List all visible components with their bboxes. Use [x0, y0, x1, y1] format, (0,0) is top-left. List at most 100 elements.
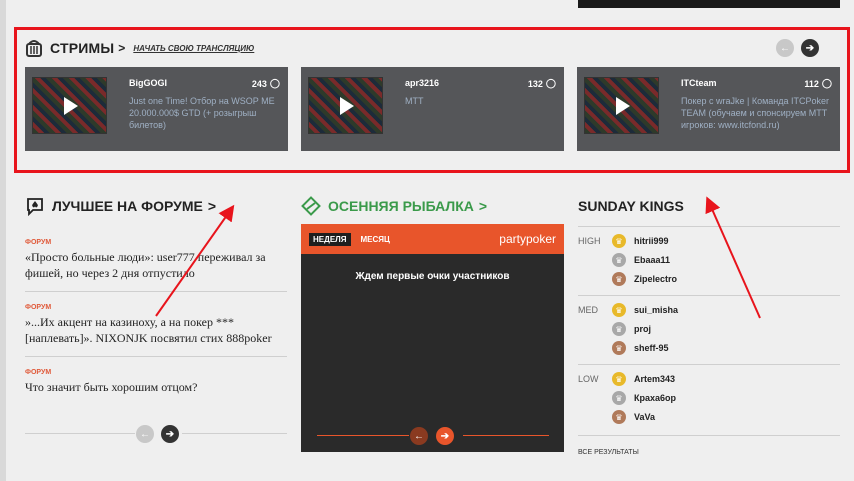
tab-month[interactable]: МЕСЯЦ: [357, 233, 394, 246]
viewer-count: 112 ◯: [804, 78, 832, 89]
stream-description[interactable]: Just one Time! Отбор на WSOP ME 20.000.0…: [129, 95, 289, 131]
divider: [25, 433, 135, 434]
player-row[interactable]: ♛ VaVa: [612, 409, 655, 425]
crown-gold-icon: ♛: [612, 234, 626, 248]
player-name[interactable]: sheff-95: [634, 343, 669, 353]
chevron-right-icon[interactable]: >: [208, 198, 216, 214]
logo-left: party: [499, 232, 526, 246]
stream-description[interactable]: MTT: [405, 95, 565, 107]
player-row[interactable]: ♛ sheff-95: [612, 340, 669, 356]
player-name[interactable]: Zipelectro: [634, 274, 677, 284]
user-icon: ◯: [545, 78, 556, 88]
user-icon: ◯: [821, 78, 832, 88]
crown-bronze-icon: ♛: [612, 341, 626, 355]
player-row[interactable]: ♛ hitrii999: [612, 233, 669, 249]
stream-card[interactable]: ITCteam 112 ◯ Покер с wraJke | Команда IT…: [577, 67, 840, 151]
divider: [463, 435, 549, 436]
stream-user[interactable]: ITCteam: [681, 78, 717, 88]
forum-header: ЛУЧШЕЕ НА ФОРУМЕ >: [25, 196, 216, 216]
fishing-diamond-icon: [301, 196, 321, 216]
stream-thumbnail[interactable]: [308, 77, 383, 134]
forum-prev-button[interactable]: ←: [136, 425, 154, 443]
forum-item[interactable]: ФОРУМ Что значит быть хорошим отцом?: [25, 369, 287, 395]
fishing-leaderboard: НЕДЕЛЯ МЕСЯЦ partypoker Ждем первые очки…: [301, 224, 564, 452]
crown-silver-icon: ♛: [612, 391, 626, 405]
arrow-right-icon: ➔: [805, 42, 815, 54]
kings-title[interactable]: SUNDAY KINGS: [578, 198, 684, 214]
arrow-right-icon: ➔: [165, 428, 175, 440]
player-row[interactable]: ♛ Краха6ор: [612, 390, 676, 406]
group-label: HIGH: [578, 236, 601, 246]
divider: [317, 435, 409, 436]
chevron-right-icon[interactable]: >: [118, 41, 125, 55]
stream-card[interactable]: apr3216 132 ◯ MTT: [301, 67, 564, 151]
play-icon: [64, 97, 78, 115]
player-row[interactable]: ♛ Zipelectro: [612, 271, 677, 287]
player-name[interactable]: Ebaaa11: [634, 255, 670, 265]
kings-group-low: LOW ♛ Artem343 ♛ Краха6ор ♛ VaVa: [578, 371, 840, 431]
fishing-prev-button[interactable]: ←: [410, 427, 428, 445]
fishing-message: Ждем первые очки участников: [355, 271, 510, 282]
streams-prev-button[interactable]: ←: [776, 39, 794, 57]
fishing-next-button[interactable]: ➔: [436, 427, 454, 445]
crown-gold-icon: ♛: [612, 303, 626, 317]
fishing-title[interactable]: ОСЕННЯЯ РЫБАЛКА: [328, 198, 474, 214]
divider: [25, 356, 287, 357]
bucket-icon: [26, 40, 42, 57]
divider: [578, 435, 840, 436]
forum-item[interactable]: ФОРУМ »...Их акцент на казиноху, а на по…: [25, 304, 287, 346]
chevron-right-icon[interactable]: >: [479, 198, 487, 214]
arrow-left-icon: ←: [780, 42, 790, 54]
forum-text[interactable]: »...Их акцент на казиноху, а на покер **…: [25, 314, 287, 346]
user-icon: ◯: [269, 78, 280, 88]
forum-text[interactable]: «Просто больные люди»: user777 переживал…: [25, 249, 287, 281]
divider: [578, 364, 840, 365]
top-banner-image[interactable]: [578, 0, 840, 8]
streams-title[interactable]: СТРИМЫ: [50, 40, 114, 56]
group-label: LOW: [578, 374, 599, 384]
stream-card[interactable]: BigGOGI 243 ◯ Just one Time! Отбор на WSO…: [25, 67, 288, 151]
kings-group-high: HIGH ♛ hitrii999 ♛ Ebaaa11 ♛ Zipelectro: [578, 233, 840, 293]
stream-user[interactable]: BigGOGI: [129, 78, 167, 88]
player-row[interactable]: ♛ Ebaaa11: [612, 252, 670, 268]
crown-gold-icon: ♛: [612, 372, 626, 386]
forum-tag[interactable]: ФОРУМ: [25, 239, 287, 246]
player-name[interactable]: VaVa: [634, 412, 655, 422]
player-row[interactable]: ♛ Artem343: [612, 371, 675, 387]
stream-thumbnail[interactable]: [584, 77, 659, 134]
forum-tag[interactable]: ФОРУМ: [25, 369, 287, 376]
crown-bronze-icon: ♛: [612, 410, 626, 424]
forum-next-button[interactable]: ➔: [161, 425, 179, 443]
divider: [182, 433, 287, 434]
all-results-link[interactable]: ВСЕ РЕЗУЛЬТАТЫ: [578, 449, 639, 456]
crown-silver-icon: ♛: [612, 322, 626, 336]
player-name[interactable]: proj: [634, 324, 651, 334]
kings-header: SUNDAY KINGS: [578, 196, 684, 216]
forum-item[interactable]: ФОРУМ «Просто больные люди»: user777 пер…: [25, 239, 287, 281]
player-name[interactable]: hitrii999: [634, 236, 669, 246]
logo-right: poker: [525, 232, 556, 246]
arrow-right-icon: ➔: [440, 430, 450, 442]
tab-week[interactable]: НЕДЕЛЯ: [309, 232, 351, 246]
viewer-count-value: 132: [527, 78, 543, 89]
streams-next-button[interactable]: ➔: [801, 39, 819, 57]
player-row[interactable]: ♛ proj: [612, 321, 651, 337]
fishing-tabs: НЕДЕЛЯ МЕСЯЦ partypoker: [301, 224, 564, 254]
forum-text[interactable]: Что значит быть хорошим отцом?: [25, 379, 287, 395]
forum-tag[interactable]: ФОРУМ: [25, 304, 287, 311]
divider: [25, 291, 287, 292]
divider: [578, 226, 840, 227]
stream-description[interactable]: Покер с wraJke | Команда ITCPoker TEAM (…: [681, 95, 841, 131]
streams-header: СТРИМЫ > НАЧАТЬ СВОЮ ТРАНСЛЯЦИЮ: [24, 37, 254, 59]
stream-thumbnail[interactable]: [32, 77, 107, 134]
forum-title[interactable]: ЛУЧШЕЕ НА ФОРУМЕ: [52, 198, 203, 214]
start-stream-link[interactable]: НАЧАТЬ СВОЮ ТРАНСЛЯЦИЮ: [133, 44, 254, 53]
viewer-count-value: 112: [804, 78, 819, 89]
stream-user[interactable]: apr3216: [405, 78, 439, 88]
player-name[interactable]: Краха6ор: [634, 393, 676, 403]
player-name[interactable]: sui_misha: [634, 305, 678, 315]
player-name[interactable]: Artem343: [634, 374, 675, 384]
viewer-count-value: 243: [251, 78, 267, 89]
partypoker-logo: partypoker: [499, 232, 556, 246]
player-row[interactable]: ♛ sui_misha: [612, 302, 678, 318]
